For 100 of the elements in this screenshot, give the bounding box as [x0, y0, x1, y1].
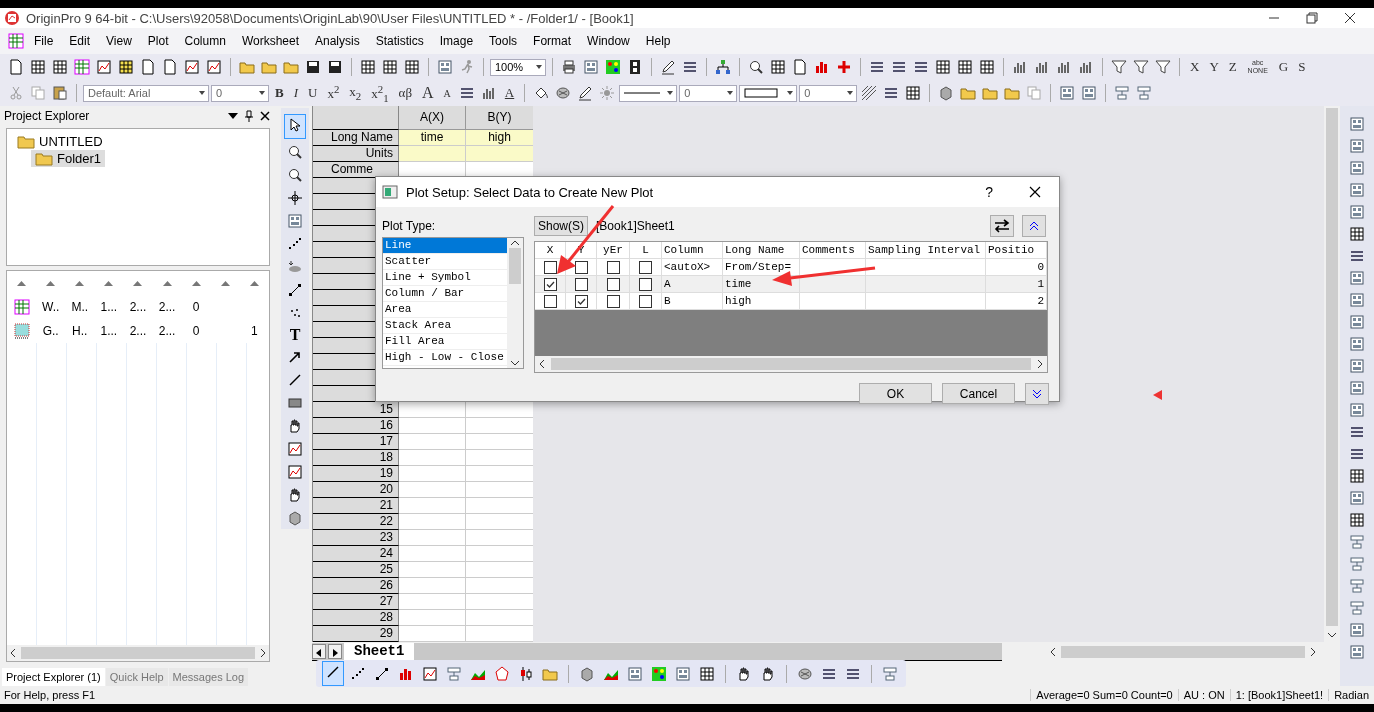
menu-item[interactable]: Format [525, 34, 580, 48]
column-header[interactable]: Long Name [725, 244, 785, 256]
row-number: 26 [313, 578, 399, 594]
list-cell: 1... [100, 300, 118, 314]
text-tool[interactable]: T [289, 326, 301, 344]
status-text: 1: [Book1]Sheet1! [1229, 689, 1329, 701]
column-header[interactable]: yEr [603, 244, 623, 256]
font-size-dropdown[interactable]: 0 [211, 84, 269, 102]
line-width-dropdown[interactable]: 0 [679, 84, 738, 102]
tree-item[interactable]: UNTITLED [13, 133, 107, 150]
table-row[interactable]: <autoX> From/Step= 0 [535, 259, 1047, 276]
dialog-title: Plot Setup: Select Data to Create New Plot [406, 184, 655, 200]
font-color-button[interactable]: A [500, 85, 519, 101]
row-number: 21 [313, 498, 399, 514]
show-button[interactable]: Show(S) [534, 216, 588, 236]
row-number: 20 [313, 482, 399, 498]
table-cell: From/Step= [725, 261, 791, 273]
row-header: Long Name [313, 130, 399, 146]
row-number: 25 [313, 562, 399, 578]
help-button[interactable]: ? [985, 184, 993, 200]
toolbar-button[interactable]: S [1294, 59, 1310, 75]
status-text: For Help, press F1 [4, 689, 97, 701]
menu-item[interactable]: View [98, 34, 140, 48]
toolbar-button[interactable]: X [1186, 59, 1204, 75]
menu-item[interactable]: Image [431, 34, 482, 48]
list-cell: M.. [71, 300, 89, 314]
table-cell: A [664, 278, 671, 290]
table-row[interactable]: B high 2 [535, 293, 1047, 310]
menu-item[interactable]: Statistics [367, 34, 432, 48]
panel-tab[interactable]: Project Explorer (1) [2, 668, 105, 686]
format-button[interactable]: x$_{2}$ [345, 84, 366, 102]
menu-item[interactable]: File [26, 34, 62, 48]
menu-item[interactable]: Analysis [307, 34, 368, 48]
toolbar-button[interactable]: G [1274, 59, 1293, 75]
ok-button[interactable]: OK [859, 383, 932, 404]
row-number: 19 [313, 466, 399, 482]
border-width-dropdown[interactable]: 0 [799, 84, 858, 102]
row-number: 15 [313, 402, 399, 418]
row-number: 29 [313, 626, 399, 642]
row-header: Comme [313, 162, 399, 178]
row-number: 23 [313, 530, 399, 546]
table-cell: time [725, 278, 752, 290]
font-dropdown[interactable]: Default: Arial [83, 84, 209, 102]
panel-tab[interactable]: Messages Log [168, 668, 249, 686]
list-cell: 1 [251, 324, 258, 338]
row-number: 17 [313, 434, 399, 450]
format-button[interactable]: αβ [394, 85, 417, 101]
menu-item[interactable]: Plot [139, 34, 177, 48]
column-header[interactable]: A(X) [399, 106, 466, 130]
menu-item[interactable]: Worksheet [233, 34, 307, 48]
column-header[interactable]: Positio [988, 244, 1035, 256]
list-cell: G.. [42, 324, 59, 338]
column-header[interactable]: B(Y) [466, 106, 533, 130]
tree-item[interactable]: Folder1 [31, 150, 106, 167]
format-button[interactable]: U [304, 85, 322, 101]
table-cell: 2 [1037, 295, 1044, 307]
table-cell: 0 [1037, 261, 1044, 273]
toolbar-button[interactable]: Z [1224, 59, 1241, 75]
column-header[interactable]: Sampling Interval [868, 244, 981, 256]
format-button[interactable]: I [289, 85, 302, 101]
cancel-button[interactable]: Cancel [942, 383, 1015, 404]
table-cell: 1 [1037, 278, 1044, 290]
format-button[interactable]: B [271, 85, 288, 101]
sheet-tab[interactable]: Sheet1 [344, 642, 415, 660]
list-cell: 2... [129, 324, 147, 338]
column-header[interactable]: Comments [802, 244, 855, 256]
list-cell: 2... [158, 300, 176, 314]
column-header[interactable]: Column [664, 244, 704, 256]
list-cell: H.. [72, 324, 88, 338]
list-cell: W.. [42, 300, 60, 314]
column-header[interactable]: L [642, 244, 649, 256]
list-item[interactable]: Line [383, 238, 507, 254]
row-number: 22 [313, 514, 399, 530]
list-cell: 0 [192, 324, 200, 338]
table-row[interactable]: A time 1 [535, 276, 1047, 293]
toolbar-button[interactable]: Y [1205, 59, 1223, 75]
table-cell: B [664, 295, 671, 307]
column-header[interactable]: X [546, 244, 554, 256]
format-button[interactable]: x$^{2}$ [323, 83, 344, 103]
table-cell: time [399, 130, 466, 146]
list-cell: 1... [100, 324, 118, 338]
zoom-dropdown[interactable]: 100% [490, 58, 546, 76]
menu-item[interactable]: Window [579, 34, 638, 48]
table-cell: high [466, 130, 533, 146]
menu-item[interactable]: Help [637, 34, 679, 48]
format-button[interactable]: A [418, 84, 438, 102]
menu-item[interactable]: Tools [481, 34, 526, 48]
row-number: 24 [313, 546, 399, 562]
panel-title: Project Explorer [4, 109, 91, 123]
status-text: AU : ON [1177, 689, 1230, 701]
format-button[interactable]: A [439, 87, 455, 99]
menu-item[interactable]: Column [176, 34, 234, 48]
table-cell: <autoX> [664, 261, 711, 273]
menu-item[interactable]: Edit [61, 34, 99, 48]
row-number: 28 [313, 610, 399, 626]
row-header: Units [313, 146, 399, 162]
table-cell: high [725, 295, 752, 307]
status-text: Average=0 Sum=0 Count=0 [1030, 689, 1178, 701]
source-label: [Book1]Sheet1 [596, 219, 676, 233]
panel-tab[interactable]: Quick Help [105, 668, 168, 686]
